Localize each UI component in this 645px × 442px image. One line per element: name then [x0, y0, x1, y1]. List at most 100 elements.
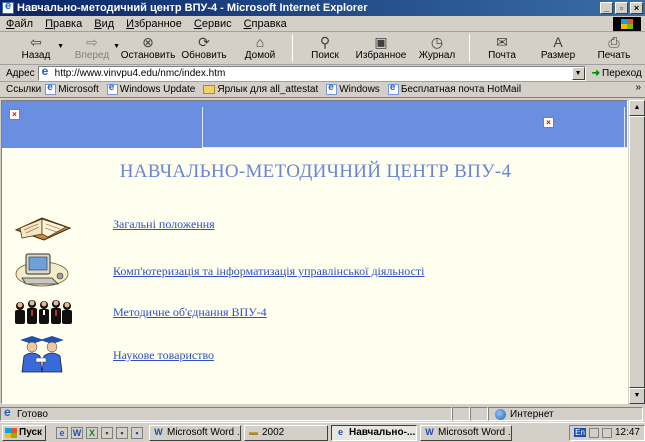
word-icon: W — [425, 427, 434, 437]
forward-arrow-icon: ⇨ — [86, 34, 98, 50]
menu-help[interactable]: Справка — [238, 18, 293, 30]
menu-favorites[interactable]: Избранное — [120, 18, 188, 30]
page-content: × × НАВЧАЛЬНО-МЕТОДИЧНИЙ ЦЕНТР ВПУ-4 Заг… — [1, 100, 628, 404]
internet-globe-icon — [495, 408, 506, 420]
broken-image-icon: × — [543, 117, 554, 128]
scroll-thumb[interactable] — [629, 116, 645, 388]
start-button[interactable]: Пуск — [2, 424, 46, 441]
printer-icon: ⎙ — [608, 34, 620, 50]
language-indicator[interactable]: En — [574, 428, 586, 437]
address-field[interactable]: ▼ — [37, 64, 586, 81]
mail-icon: ✉ — [496, 34, 508, 50]
computer-icon — [15, 253, 69, 287]
header-banner: × × — [2, 101, 627, 148]
link-scientific-society[interactable]: Наукове товариство — [113, 348, 214, 363]
favorites-icon: ▣ — [374, 34, 388, 50]
word-icon[interactable]: W — [71, 426, 83, 439]
menu-bar: Файл Правка Вид Избранное Сервис Справка — [0, 16, 645, 32]
ie-link-icon — [106, 82, 118, 95]
stop-icon: ⊗ — [142, 34, 154, 50]
graduates-icon — [20, 336, 64, 373]
link-methodical-association[interactable]: Методичне об'єднання ВПУ-4 — [113, 305, 267, 320]
back-button[interactable]: ⇦ Назад ▼ — [8, 33, 64, 63]
ie-link-icon — [45, 82, 57, 95]
link-hotmail[interactable]: Бесплатная почта HotMail — [387, 82, 521, 95]
quick-launch-icon[interactable]: ▪ — [116, 426, 128, 439]
browser-window: Навчально-методичний центр ВПУ-4 - Micro… — [0, 0, 645, 442]
back-arrow-icon: ⇦ — [30, 34, 42, 50]
folder-icon — [203, 85, 216, 94]
address-label: Адрес — [6, 67, 35, 79]
taskbar-item-word[interactable]: W Microsoft Word ... — [420, 424, 512, 441]
people-group-icon — [15, 300, 72, 324]
scroll-down-button[interactable]: ▼ — [629, 388, 645, 404]
menu-tools[interactable]: Сервис — [188, 18, 238, 30]
banner-divider — [202, 107, 203, 148]
links-label: Ссылки — [6, 84, 42, 95]
history-icon: ◷ — [430, 34, 444, 50]
link-general-provisions[interactable]: Загальні положення — [113, 217, 215, 232]
menu-view[interactable]: Вид — [88, 18, 120, 30]
ie-link-icon — [387, 82, 399, 95]
refresh-icon: ⟳ — [198, 34, 210, 50]
quick-launch-icon[interactable]: ▪ — [101, 426, 113, 439]
link-windows[interactable]: Windows — [326, 82, 380, 95]
close-button[interactable]: × — [630, 2, 643, 14]
address-input[interactable] — [54, 67, 570, 79]
ie-link-icon — [326, 82, 338, 95]
search-icon: ⚲ — [319, 34, 331, 50]
quick-launch-icon[interactable]: e — [56, 426, 68, 439]
minimize-button[interactable]: _ — [600, 2, 613, 14]
toolbar: ⇦ Назад ▼ ⇨ Вперед ▼ ⊗ Остановить ⟳ Обно… — [0, 33, 645, 65]
windows-flag-icon — [5, 427, 17, 438]
links-more-chevron-icon[interactable]: » — [635, 82, 641, 93]
quick-launch-icon[interactable]: ▪ — [131, 426, 143, 439]
title-bar[interactable]: Навчально-методичний центр ВПУ-4 - Micro… — [0, 0, 645, 16]
history-button[interactable]: ◷ Журнал — [409, 33, 465, 63]
address-dropdown-button[interactable]: ▼ — [571, 66, 585, 80]
link-windows-update[interactable]: Windows Update — [106, 82, 195, 95]
back-dropdown-icon[interactable]: ▼ — [57, 43, 64, 50]
broken-image-icon: × — [9, 109, 20, 120]
system-tray: En 12:47 — [569, 424, 645, 441]
font-size-icon: A — [553, 34, 563, 50]
scroll-up-button[interactable]: ▲ — [629, 100, 645, 116]
word-icon: W — [154, 427, 163, 437]
list-item: Комп'ютеризація та інформатизація управл… — [2, 248, 627, 288]
status-bar: Готово Интернет — [0, 405, 645, 422]
stop-button[interactable]: ⊗ Остановить — [120, 33, 176, 63]
go-arrow-icon: ➜ — [591, 67, 601, 79]
tray-icon[interactable] — [588, 427, 599, 438]
clock[interactable]: 12:47 — [615, 427, 640, 438]
search-button[interactable]: ⚲ Поиск — [297, 33, 353, 63]
vertical-scrollbar[interactable]: ▲ ▼ — [628, 100, 645, 404]
taskbar-item-word[interactable]: W Microsoft Word ... — [149, 424, 241, 441]
tray-icon[interactable] — [601, 427, 612, 438]
size-button[interactable]: A Размер — [530, 33, 586, 63]
security-zone-panel: Интернет — [488, 407, 643, 421]
favorites-button[interactable]: ▣ Избранное — [353, 33, 409, 63]
toolbar-separator — [469, 34, 470, 62]
ie-icon — [2, 0, 14, 14]
list-item: Методичне об'єднання ВПУ-4 — [2, 292, 627, 332]
forward-dropdown-icon[interactable]: ▼ — [113, 43, 120, 50]
link-all-attestat[interactable]: Ярлык для all_attestat — [203, 84, 318, 95]
excel-icon[interactable]: X — [86, 426, 98, 439]
refresh-button[interactable]: ⟳ Обновить — [176, 33, 232, 63]
print-button[interactable]: ⎙ Печать — [586, 33, 642, 63]
go-button[interactable]: ➜ Переход — [592, 68, 642, 79]
taskbar-item-ie[interactable]: e Навчально-... — [331, 424, 417, 441]
forward-button[interactable]: ⇨ Вперед ▼ — [64, 33, 120, 63]
ie-icon: e — [337, 427, 343, 437]
taskbar-item-folder[interactable]: ▬ 2002 — [244, 424, 328, 441]
menu-file[interactable]: Файл — [0, 18, 39, 30]
address-bar: Адрес ▼ ➜ Переход — [0, 64, 645, 82]
maximize-button[interactable]: ▫ — [615, 2, 628, 14]
home-button[interactable]: ⌂ Домой — [232, 33, 288, 63]
link-computerization[interactable]: Комп'ютеризація та інформатизація управл… — [113, 264, 425, 279]
taskbar: Пуск e W X ▪ ▪ ▪ W Microsoft Word ... ▬ 20… — [0, 422, 645, 442]
menu-edit[interactable]: Правка — [39, 18, 88, 30]
page-done-icon — [3, 405, 14, 420]
mail-button[interactable]: ✉ Почта — [474, 33, 530, 63]
link-microsoft[interactable]: Microsoft — [45, 82, 99, 95]
